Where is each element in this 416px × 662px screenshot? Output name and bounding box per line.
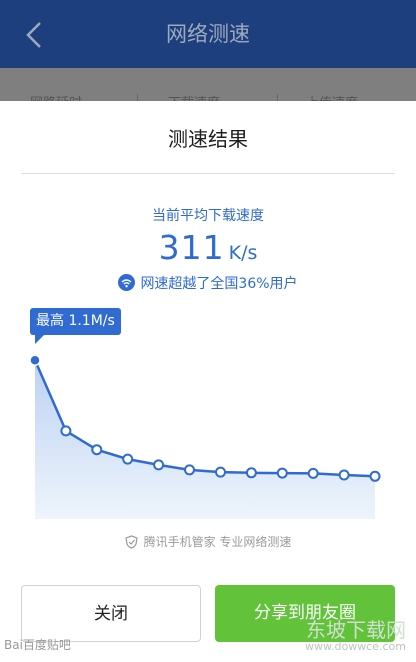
data-point: [215, 466, 226, 478]
wifi-icon: [118, 274, 136, 291]
brand-row: 腾讯手机管家 专业网络测速: [0, 533, 416, 550]
data-point: [184, 464, 195, 476]
tab-bar: 网路延时 下载速度 上传速度: [0, 68, 416, 104]
data-point: [245, 467, 257, 479]
percentile-text: 网速超越了全国36%用户: [140, 276, 298, 292]
data-point: [153, 459, 165, 471]
close-button[interactable]: 关闭: [21, 585, 201, 642]
divider: [21, 173, 395, 174]
average-speed-label: 当前平均下载速度: [152, 208, 264, 224]
speed-area: [35, 360, 375, 519]
speed-readout: 311 K/s: [0, 228, 416, 267]
result-dialog: 测速结果 当前平均下载速度 311 K/s 网速超越了全国36%用户 最高 1.1…: [0, 101, 416, 662]
watermark-logo-left: Bai百度贴吧: [4, 638, 71, 652]
watermark-logo-right: 东坡下载网 www.dowwce.com: [305, 620, 406, 653]
shield-icon: [124, 535, 138, 549]
dialog-title: 测速结果: [168, 127, 248, 151]
speed-value: 311: [158, 228, 225, 267]
percentile-row: 网速超越了全国36%用户: [0, 273, 416, 293]
brand-text: 腾讯手机管家 专业网络测速: [143, 535, 292, 549]
data-point: [338, 469, 350, 481]
data-point: [91, 444, 103, 456]
watermark-right-url: www.dowwce.com: [305, 640, 406, 653]
data-point: [122, 453, 134, 465]
data-point: [60, 425, 72, 437]
app-header: 网络测速: [0, 0, 416, 68]
max-speed-tooltip: 最高 1.1M/s: [30, 308, 121, 344]
watermark-right-title: 东坡下载网: [306, 618, 406, 642]
data-point: [369, 470, 381, 482]
data-point: [307, 467, 319, 479]
page-title: 网络测速: [166, 22, 250, 46]
data-point: [29, 354, 41, 366]
speed-unit: K/s: [228, 242, 258, 264]
data-point: [276, 467, 288, 479]
